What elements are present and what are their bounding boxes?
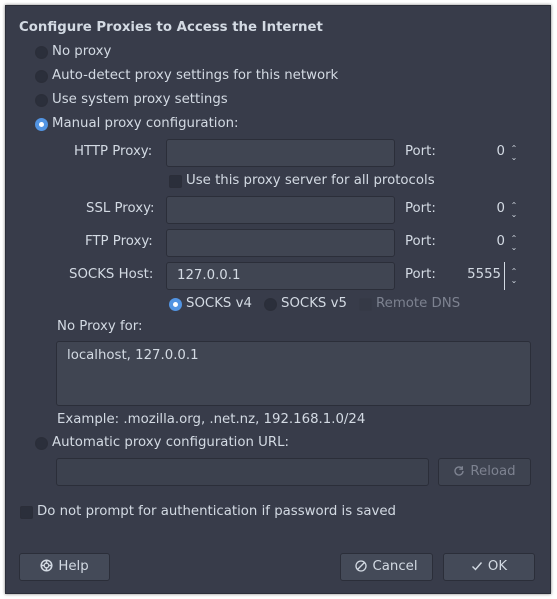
help-button[interactable]: Help xyxy=(19,553,110,581)
reload-label: Reload xyxy=(470,464,516,479)
socks-v4-label[interactable]: SOCKS v4 xyxy=(186,296,252,311)
share-all-checkbox[interactable] xyxy=(169,175,182,188)
connection-settings-dialog: Configure Proxies to Access the Internet… xyxy=(5,5,551,594)
socks-port-value: 5555 xyxy=(467,267,501,282)
checkmark-icon xyxy=(471,562,482,571)
socks-port-stepper-icon[interactable]: ⌃ ⌄ xyxy=(509,267,519,285)
ssl-proxy-label: SSL Proxy: xyxy=(86,201,155,216)
remote-dns-checkbox xyxy=(359,298,372,311)
cancel-icon xyxy=(355,560,368,572)
ftp-port-label: Port: xyxy=(405,234,436,249)
remote-dns-label: Remote DNS xyxy=(376,296,461,311)
auto-detect-radio[interactable] xyxy=(35,70,48,83)
socks-host-input[interactable]: 127.0.0.1 xyxy=(166,262,395,290)
ssl-port-stepper-icon[interactable]: ⌃ ⌄ xyxy=(509,201,519,219)
socks-host-label: SOCKS Host: xyxy=(69,267,154,282)
auto-detect-label[interactable]: Auto-detect proxy settings for this netw… xyxy=(52,68,338,83)
no-proxy-for-textarea[interactable]: localhost, 127.0.0.1 xyxy=(56,341,531,406)
ftp-proxy-label: FTP Proxy: xyxy=(85,234,153,249)
ftp-proxy-input[interactable] xyxy=(166,229,395,257)
socks-v5-label[interactable]: SOCKS v5 xyxy=(281,296,347,311)
manual-proxy-radio[interactable] xyxy=(35,118,48,131)
http-proxy-label: HTTP Proxy: xyxy=(74,144,153,159)
ssl-port-value[interactable]: 0 xyxy=(465,201,505,216)
system-proxy-label[interactable]: Use system proxy settings xyxy=(52,92,228,107)
ftp-port-value[interactable]: 0 xyxy=(465,234,505,249)
help-label: Help xyxy=(58,559,89,574)
no-prompt-auth-checkbox[interactable] xyxy=(20,506,33,519)
no-proxy-label[interactable]: No proxy xyxy=(52,44,111,59)
ftp-port-stepper-icon[interactable]: ⌃ ⌄ xyxy=(509,234,519,252)
no-proxy-for-label: No Proxy for: xyxy=(57,319,143,334)
cancel-button[interactable]: Cancel xyxy=(340,553,433,581)
socks-v5-radio[interactable] xyxy=(264,298,277,311)
ssl-proxy-input[interactable] xyxy=(166,196,395,224)
dialog-heading: Configure Proxies to Access the Internet xyxy=(19,20,323,35)
ok-button[interactable]: OK xyxy=(443,553,535,581)
no-proxy-example: Example: .mozilla.org, .net.nz, 192.168.… xyxy=(57,412,366,427)
ok-label: OK xyxy=(487,559,508,574)
no-proxy-radio[interactable] xyxy=(35,46,48,59)
socks-port-label: Port: xyxy=(405,267,436,282)
http-port-label: Port: xyxy=(405,144,436,159)
reload-icon xyxy=(454,466,465,476)
http-port-stepper-icon[interactable]: ⌃ ⌄ xyxy=(509,144,519,162)
ssl-port-label: Port: xyxy=(405,201,436,216)
lifebuoy-icon xyxy=(40,559,53,572)
system-proxy-radio[interactable] xyxy=(35,94,48,107)
auto-config-url-label[interactable]: Automatic proxy configuration URL: xyxy=(52,435,289,450)
http-proxy-input[interactable] xyxy=(166,139,395,167)
auto-config-url-radio[interactable] xyxy=(35,437,48,450)
socks-v4-radio[interactable] xyxy=(169,298,182,311)
reload-button[interactable]: Reload xyxy=(438,458,531,486)
socks-port-field[interactable]: 5555 xyxy=(458,262,505,290)
share-all-label[interactable]: Use this proxy server for all protocols xyxy=(186,173,435,188)
cancel-label: Cancel xyxy=(372,559,418,574)
no-prompt-auth-label[interactable]: Do not prompt for authentication if pass… xyxy=(37,504,396,519)
manual-proxy-label[interactable]: Manual proxy configuration: xyxy=(52,116,239,131)
http-port-value[interactable]: 0 xyxy=(465,144,505,159)
auto-config-url-input[interactable] xyxy=(56,458,429,486)
